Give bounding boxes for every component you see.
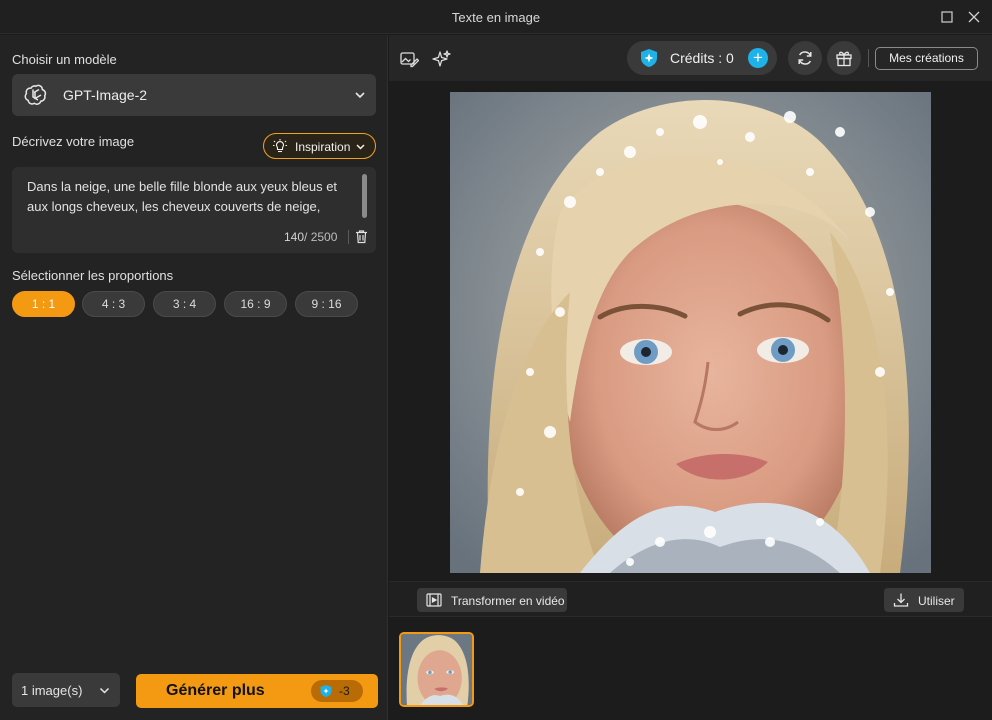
inspiration-label: Inspiration <box>295 140 351 154</box>
transform-video-button[interactable]: Transformer en vidéo <box>417 588 567 612</box>
credit-shield-icon <box>641 49 657 67</box>
model-dropdown[interactable]: GPT-Image-2 <box>12 74 376 116</box>
image-count-dropdown[interactable]: 1 image(s) <box>12 673 120 707</box>
preview-panel: Crédits : 0 + Mes créations Transformer … <box>389 35 992 720</box>
thumbnail-image <box>401 634 472 705</box>
use-button[interactable]: Utiliser <box>884 588 964 612</box>
video-icon <box>426 593 442 607</box>
toolbar-divider <box>868 49 869 67</box>
scrollbar[interactable] <box>362 174 367 218</box>
ratio-9-16-button[interactable]: 9 : 16 <box>295 291 358 317</box>
prompt-text[interactable]: Dans la neige, une belle fille blonde au… <box>27 177 352 217</box>
ratio-3-4-button[interactable]: 3 : 4 <box>153 291 216 317</box>
ratio-1-1-button[interactable]: 1 : 1 <box>12 291 75 317</box>
chevron-down-icon <box>355 92 365 99</box>
inspiration-button[interactable]: Inspiration <box>263 133 376 159</box>
thumbnail-item[interactable] <box>399 632 474 707</box>
refresh-icon <box>798 51 812 65</box>
char-count: 140 <box>284 230 305 244</box>
lightbulb-icon <box>273 139 287 153</box>
title-bar: Texte en image <box>0 0 992 34</box>
generated-image[interactable] <box>450 92 931 573</box>
char-counter: 140/ 2500 <box>284 230 337 244</box>
sparkle-icon[interactable] <box>432 49 452 69</box>
window-title: Texte en image <box>451 10 541 25</box>
credits-pill: Crédits : 0 + <box>627 41 777 75</box>
gift-icon <box>836 51 852 67</box>
ratio-4-3-button[interactable]: 4 : 3 <box>82 291 145 317</box>
download-icon <box>893 593 909 607</box>
ratio-16-9-button[interactable]: 16 : 9 <box>224 291 287 317</box>
char-max: / 2500 <box>304 230 338 244</box>
chevron-down-icon <box>356 144 365 150</box>
generate-button[interactable]: Générer plus -3 <box>136 674 378 708</box>
image-edit-icon[interactable] <box>399 49 419 69</box>
use-label: Utiliser <box>918 594 955 608</box>
image-count-value: 1 image(s) <box>21 683 83 698</box>
portrait-image <box>450 92 931 573</box>
gift-button[interactable] <box>827 41 861 75</box>
prompt-textarea[interactable]: Dans la neige, une belle fille blonde au… <box>12 167 376 253</box>
model-name: GPT-Image-2 <box>63 87 148 103</box>
close-icon[interactable] <box>965 8 983 26</box>
preview-toolbar: Crédits : 0 + Mes créations <box>389 35 992 81</box>
trash-icon[interactable] <box>354 229 369 244</box>
model-label: Choisir un modèle <box>12 52 117 67</box>
credit-cost-value: -3 <box>339 684 350 698</box>
image-action-bar: Transformer en vidéo Utiliser <box>389 581 992 617</box>
refresh-button[interactable] <box>788 41 822 75</box>
chevron-down-icon <box>99 687 110 694</box>
generate-label: Générer plus <box>166 682 265 699</box>
window-maximize-icon[interactable] <box>938 8 956 26</box>
divider <box>348 230 349 244</box>
openai-logo-icon <box>24 84 47 105</box>
transform-video-label: Transformer en vidéo <box>451 594 565 608</box>
my-creations-button[interactable]: Mes créations <box>875 47 978 70</box>
settings-panel: Choisir un modèle GPT-Image-2 Décrivez v… <box>0 35 388 720</box>
ratio-label: Sélectionner les proportions <box>12 268 174 283</box>
credits-text: Crédits : 0 <box>670 50 734 66</box>
credit-cost-badge: -3 <box>311 680 363 702</box>
describe-label: Décrivez votre image <box>12 134 135 149</box>
plus-icon[interactable]: + <box>748 48 768 68</box>
credit-shield-icon <box>320 685 332 697</box>
